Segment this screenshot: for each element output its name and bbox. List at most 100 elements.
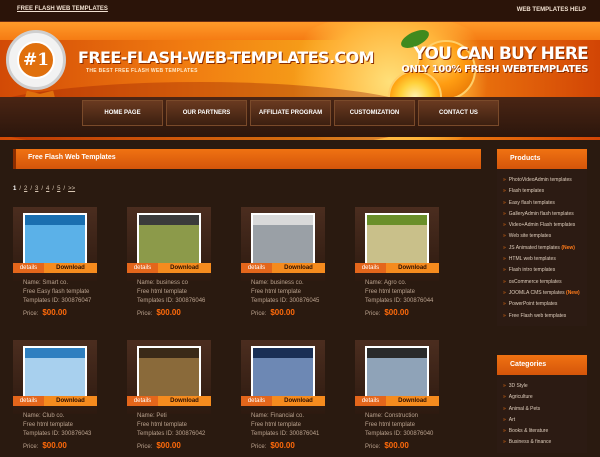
download-button[interactable]: Download	[44, 396, 97, 406]
categories-title: Categories	[497, 355, 587, 375]
product-link[interactable]: PowerPoint templates	[503, 299, 583, 310]
price-label: Price:	[365, 444, 381, 450]
template-thumbnail[interactable]	[137, 346, 201, 400]
top-bar: FREE FLASH WEB TEMPLATES WEB TEMPLATES H…	[0, 0, 600, 22]
product-link[interactable]: HTML web templates	[503, 254, 583, 265]
product-label: osCommerce templates	[508, 278, 562, 285]
template-thumbnail[interactable]	[251, 213, 315, 267]
download-button[interactable]: Download	[158, 263, 211, 273]
template-id: Templates ID: 300876047	[23, 298, 92, 304]
download-button[interactable]: Download	[272, 396, 325, 406]
product-link[interactable]: osCommerce templates	[503, 277, 583, 288]
template-thumbnail[interactable]	[23, 346, 87, 400]
template-type: Free html template	[137, 422, 188, 428]
top-link-free-templates[interactable]: FREE FLASH WEB TEMPLATES	[17, 6, 108, 12]
template-name: Name: Financial co.	[251, 413, 305, 419]
product-link[interactable]: Flash intro templates	[503, 265, 583, 276]
template-thumbnail[interactable]	[365, 346, 429, 400]
template-name: Name: Club co.	[23, 413, 65, 419]
details-button[interactable]: details	[355, 263, 386, 273]
product-label: Easy flash templates	[508, 199, 555, 206]
download-button[interactable]: Download	[44, 263, 97, 273]
nav-contact[interactable]: CONTACT US	[418, 100, 499, 126]
categories-panel: Categories 3D StyleAgricultureAnimal & P…	[497, 355, 587, 453]
template-name: Name: Agro co.	[365, 280, 407, 286]
product-label: PhotoVideoAdmin templates	[508, 177, 572, 183]
template-price: Price: $00.00	[137, 441, 181, 450]
details-button[interactable]: details	[241, 396, 272, 406]
price-value: $00.00	[156, 441, 181, 450]
top-link-help[interactable]: WEB TEMPLATES HELP	[517, 7, 586, 13]
details-button[interactable]: details	[127, 263, 158, 273]
product-label: JS Animated templates	[508, 244, 560, 251]
price-value: $00.00	[270, 441, 295, 450]
nav-affiliate[interactable]: AFFILIATE PROGRAM	[250, 100, 331, 126]
details-button[interactable]: details	[241, 263, 272, 273]
product-link[interactable]: Web site templates	[503, 231, 583, 242]
category-link[interactable]: Animal & Pets	[503, 404, 583, 415]
page-2[interactable]: 2	[24, 186, 27, 192]
page-next[interactable]: >>	[68, 186, 75, 192]
product-label: Web site templates	[508, 233, 552, 240]
category-link[interactable]: Books & literature	[503, 426, 583, 437]
template-info: Name: Club co. Free html template Template…	[23, 412, 128, 439]
product-link[interactable]: Easy flash templates	[503, 198, 583, 209]
template-name: Name: Smart co.	[23, 280, 69, 286]
price-label: Price:	[251, 311, 267, 317]
template-price: Price: $00.00	[23, 308, 67, 317]
product-link[interactable]: JOOMLA CMS templates (New)	[503, 288, 583, 299]
details-button[interactable]: details	[13, 263, 44, 273]
product-link[interactable]: Flash templates	[503, 186, 583, 197]
download-button[interactable]: Download	[272, 263, 325, 273]
template-id: Templates ID: 300876042	[137, 431, 206, 437]
product-label: JOOMLA CMS templates	[508, 289, 565, 296]
download-button[interactable]: Download	[386, 263, 439, 273]
category-link[interactable]: Art	[503, 415, 583, 426]
download-button[interactable]: Download	[386, 396, 439, 406]
product-label: HTML web templates	[508, 256, 556, 263]
template-price: Price: $00.00	[365, 441, 409, 450]
nav-home[interactable]: HOME PAGE	[82, 100, 163, 126]
page-3[interactable]: 3	[35, 186, 38, 192]
nav-partners[interactable]: OUR PARTNERS	[166, 100, 247, 126]
page-1[interactable]: 1	[13, 186, 16, 192]
download-button[interactable]: Download	[158, 396, 211, 406]
price-label: Price:	[251, 444, 267, 450]
page-5[interactable]: 5	[57, 186, 60, 192]
product-label: Free Flash web templates	[508, 312, 567, 319]
template-type: Free html template	[251, 422, 302, 428]
product-link[interactable]: PhotoVideoAdmin templates	[503, 175, 583, 186]
template-id: Templates ID: 300876040	[365, 431, 434, 437]
nav-customization[interactable]: CUSTOMIZATION	[334, 100, 415, 126]
product-link[interactable]: GalleryAdmin flash templates	[503, 209, 583, 220]
price-value: $00.00	[384, 441, 409, 450]
category-link[interactable]: Agriculture	[503, 392, 583, 403]
site-logo[interactable]: FREE-FLASH-WEB-TEMPLATES.COM	[78, 48, 375, 67]
badge-label: #1	[17, 41, 55, 79]
product-link[interactable]: Free Flash web templates	[503, 311, 583, 322]
page-4[interactable]: 4	[46, 186, 49, 192]
product-label: Video+Admin Flash templates	[508, 222, 576, 229]
details-button[interactable]: details	[13, 396, 44, 406]
template-type: Free html template	[251, 289, 302, 295]
price-label: Price:	[23, 444, 39, 450]
category-link[interactable]: 3D Style	[503, 381, 583, 392]
details-button[interactable]: details	[355, 396, 386, 406]
product-link[interactable]: Video+Admin Flash templates	[503, 220, 583, 231]
template-info: Name: Construction Free html template Temp…	[365, 412, 470, 439]
number-one-badge-icon: #1	[6, 30, 66, 90]
product-link[interactable]: JS Animated templates (New)	[503, 243, 583, 254]
template-name: Name: business co.	[251, 280, 304, 286]
product-label: PowerPoint templates	[508, 301, 558, 308]
category-link[interactable]: Business & finance	[503, 437, 583, 448]
details-button[interactable]: details	[127, 396, 158, 406]
template-id: Templates ID: 300876041	[251, 431, 320, 437]
products-list: PhotoVideoAdmin templates Flash templates…	[497, 169, 587, 326]
template-thumbnail[interactable]	[137, 213, 201, 267]
products-title: Products	[497, 149, 587, 169]
template-buttons: details Download	[13, 263, 97, 273]
template-thumbnail[interactable]	[251, 346, 315, 400]
template-thumbnail[interactable]	[365, 213, 429, 267]
main-nav: HOME PAGE OUR PARTNERS AFFILIATE PROGRAM…	[82, 100, 499, 126]
template-thumbnail[interactable]	[23, 213, 87, 267]
